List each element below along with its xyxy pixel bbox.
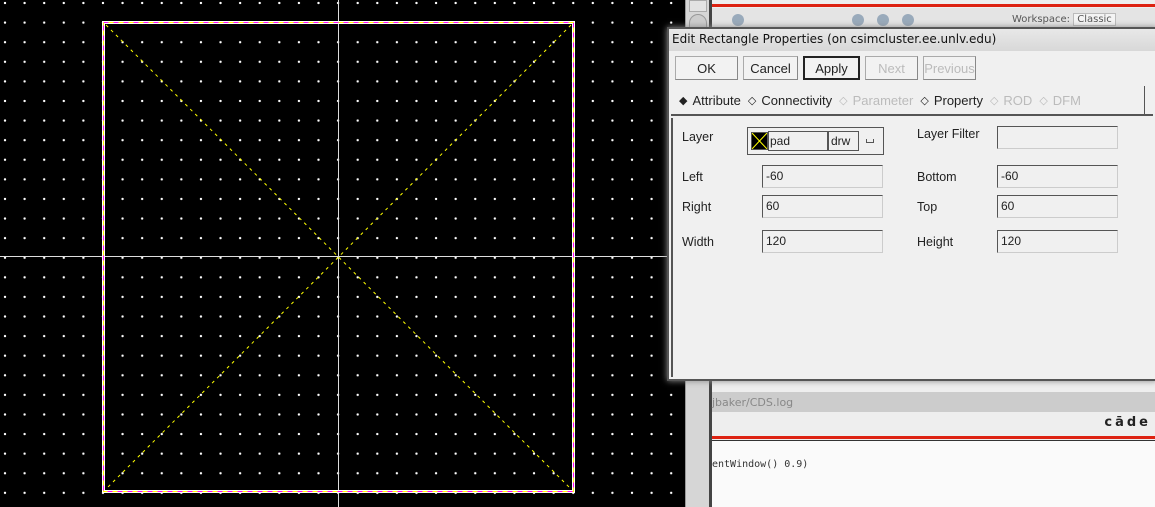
zoom-fit-icon[interactable] [902, 14, 914, 26]
tab-label: DFM [1052, 92, 1081, 108]
workspace-selector[interactable]: Workspace: Classic [1012, 13, 1116, 26]
diamond-icon: ◇ [839, 94, 848, 107]
zoom-out-icon[interactable] [877, 14, 889, 26]
bottom-input[interactable]: -60 [997, 165, 1118, 188]
layer-name: pad [768, 131, 828, 151]
rectangle-shape[interactable] [0, 0, 685, 507]
right-input[interactable]: 60 [762, 195, 883, 218]
top-input[interactable]: 60 [997, 195, 1118, 218]
log-area [712, 440, 1155, 507]
layer-filter-input[interactable] [997, 126, 1118, 149]
dropdown-icon[interactable] [866, 139, 874, 143]
attribute-panel: Layer pad drw Layer Filter Left -60 Bott… [671, 118, 1155, 377]
tab-label: Property [933, 92, 983, 108]
accent-bar [712, 436, 1155, 439]
width-label: Width [682, 235, 714, 249]
log-title: jbaker/CDS.log [712, 396, 794, 409]
diamond-icon: ◇ [747, 94, 757, 107]
brand-logo: cāde [1104, 415, 1151, 430]
next-button[interactable]: Next [865, 56, 918, 80]
diamond-icon: ◇ [920, 94, 929, 107]
edit-rectangle-properties-dialog: Edit Rectangle Properties (on csimcluste… [667, 27, 1155, 381]
tab-parameter[interactable]: ◇ Parameter [839, 93, 913, 108]
tab-property[interactable]: ◇ Property [920, 93, 983, 108]
diamond-icon: ◇ [989, 94, 999, 107]
top-label: Top [917, 200, 938, 214]
scroll-up-arrow-icon[interactable] [689, 0, 707, 12]
tab-label: Attribute [692, 92, 741, 108]
workspace-value[interactable]: Classic [1073, 13, 1116, 26]
right-label: Right [682, 200, 712, 214]
layer-swatch-icon [751, 132, 768, 150]
tab-label: Parameter [852, 92, 914, 108]
tab-connectivity[interactable]: ◇ Connectivity [748, 93, 832, 108]
accent-bar [712, 4, 1155, 7]
layer-selector[interactable]: pad drw [747, 127, 884, 155]
tab-attribute[interactable]: ◆ Attribute [679, 93, 741, 108]
info-icon[interactable] [732, 14, 744, 26]
left-label: Left [682, 170, 703, 184]
log-line: entWindow() 0.9) [712, 459, 809, 470]
tab-bar: ◆ Attribute ◇ Connectivity ◇ Parameter ◇ Pro… [671, 86, 1153, 116]
apply-button[interactable]: Apply [803, 56, 860, 80]
width-input[interactable]: 120 [762, 230, 883, 253]
dialog-title: Edit Rectangle Properties (on csimcluste… [669, 29, 1155, 51]
layer-filter-label: Layer Filter [917, 127, 980, 141]
layout-canvas[interactable] [0, 0, 685, 507]
height-input[interactable]: 120 [997, 230, 1118, 253]
height-label: Height [917, 235, 954, 249]
layer-label: Layer [682, 130, 714, 144]
log-titlebar: jbaker/CDS.log [712, 392, 1155, 412]
tab-rod[interactable]: ◇ ROD [990, 93, 1032, 108]
bottom-label: Bottom [917, 170, 957, 184]
layer-purpose: drw [828, 131, 859, 151]
divider [1144, 86, 1145, 116]
tab-label: ROD [1003, 92, 1033, 108]
cancel-button[interactable]: Cancel [743, 56, 798, 80]
tab-dfm[interactable]: ◇ DFM [1039, 93, 1081, 108]
previous-button[interactable]: Previous [923, 56, 976, 80]
ok-button[interactable]: OK [675, 56, 738, 80]
selected-diamond-icon: ◆ [679, 94, 688, 107]
tab-label: Connectivity [761, 92, 833, 108]
zoom-in-icon[interactable] [852, 14, 864, 26]
left-input[interactable]: -60 [762, 165, 883, 188]
diamond-icon: ◇ [1039, 94, 1048, 107]
workspace-label: Workspace: [1012, 14, 1071, 25]
